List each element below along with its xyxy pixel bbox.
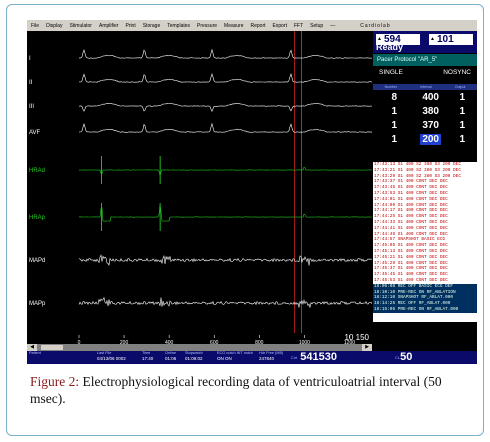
stim-header-number: Number bbox=[384, 85, 398, 89]
menu-item-report[interactable]: Report bbox=[251, 23, 266, 29]
trace-ii bbox=[78, 73, 372, 83]
stim-header-interval: Interval bbox=[420, 85, 432, 89]
stim-interval: 200 bbox=[420, 134, 441, 145]
status-bar: Patient Last File 04/13/06 0002 Time 17:… bbox=[27, 351, 477, 364]
stim-output: 1 bbox=[459, 92, 465, 103]
trace-i bbox=[78, 48, 372, 59]
scroll-thumb[interactable] bbox=[41, 345, 63, 350]
menu-item--[interactable]: — bbox=[330, 23, 335, 29]
pacer-protocol[interactable]: Pacer Protocol "AR_5" bbox=[373, 54, 477, 66]
stim-number: 1 bbox=[391, 120, 397, 131]
stim-row[interactable]: 8 400 1 bbox=[373, 91, 477, 105]
lead-label-mapp: MAPp bbox=[29, 301, 46, 307]
lead-label-mapd: MAPd bbox=[29, 258, 45, 264]
stim-number: 8 bbox=[391, 92, 397, 103]
stim-interval: 400 bbox=[422, 92, 439, 103]
trace-iii bbox=[78, 102, 372, 113]
menu-item-storage[interactable]: Storage bbox=[143, 23, 161, 29]
stim-interval: 370 bbox=[422, 120, 439, 131]
menu-item-amplifier[interactable]: Amplifier bbox=[99, 23, 118, 29]
stim-table: 8 400 1 1 380 1 1 370 1 1 200 1 bbox=[373, 91, 477, 147]
menu-item-file[interactable]: File bbox=[31, 23, 39, 29]
hdr-free-value: 247840 bbox=[259, 356, 275, 361]
log-entry[interactable]: 18:15:05 PRE-REC ON RF_ABLAT.000 bbox=[373, 306, 477, 313]
stim-header: Number Interval Output bbox=[373, 84, 477, 90]
ready-status: Ready bbox=[376, 42, 404, 52]
counter-box: ▲ 594 ▲ 101 Ready bbox=[373, 31, 477, 53]
lead-label-hrap: HRAp bbox=[29, 215, 46, 221]
lead-label-iii: III bbox=[29, 104, 34, 110]
menu-item-templates[interactable]: Templates bbox=[167, 23, 190, 29]
counter-right[interactable]: ▲ 101 bbox=[429, 34, 473, 45]
time-axis: 0 200 400 600 800 1000 1200 10 150 bbox=[27, 333, 372, 346]
stim-row[interactable]: 1 200 1 bbox=[373, 133, 477, 147]
trace-mapp bbox=[78, 296, 372, 308]
mode-nosync[interactable]: NOSYNC bbox=[443, 69, 471, 76]
horizontal-scrollbar[interactable]: ◀ ▶ bbox=[27, 344, 372, 351]
stopwatch-value: 01:06:02 bbox=[185, 356, 203, 361]
time-value: 17:40 bbox=[142, 356, 154, 361]
stim-interval: 380 bbox=[422, 106, 439, 117]
axis-range-label: 10 150 bbox=[344, 333, 369, 342]
stim-row[interactable]: 1 380 1 bbox=[373, 105, 477, 119]
stim-number: 1 bbox=[391, 106, 397, 117]
trace-hrap bbox=[78, 204, 372, 222]
trace-mapd bbox=[78, 254, 372, 267]
lead-label-i: I bbox=[29, 56, 31, 62]
counter-label: Cnt bbox=[291, 355, 298, 360]
spin-icon: ▲ bbox=[430, 36, 435, 42]
lead-label-ii: II bbox=[29, 80, 33, 86]
file-value: 04/13/06 0002 bbox=[97, 356, 126, 361]
counter-value: 541530 bbox=[300, 351, 337, 363]
menu-item-setup[interactable]: Setup bbox=[310, 23, 323, 29]
cycle-length-value: 50 bbox=[400, 351, 413, 363]
figure-frame: File Display Stimulator Amplifier Print Stora… bbox=[6, 4, 484, 436]
menu-item-measure[interactable]: Measure bbox=[224, 23, 243, 29]
menu-item-export[interactable]: Export bbox=[273, 23, 287, 29]
stim-output: 1 bbox=[459, 120, 465, 131]
stim-row[interactable]: 1 370 1 bbox=[373, 119, 477, 133]
cardiolab-window: File Display Stimulator Amplifier Print Stora… bbox=[27, 20, 477, 364]
event-log[interactable]: 17:43:13 S1 400 S2 380 S3 200 DEC 17:43:2… bbox=[373, 162, 477, 322]
stim-header-output: Output bbox=[454, 85, 466, 89]
figure-caption: Figure 2: Electrophysiological recording… bbox=[30, 373, 470, 407]
figure-number: Figure 2: bbox=[30, 374, 80, 389]
right-panel: ▲ 594 ▲ 101 Ready Pacer Protocol "AR_5" … bbox=[373, 31, 477, 364]
menu-item-cardiolab[interactable]: Cardiolab bbox=[360, 23, 390, 29]
cycle-length: CL50 bbox=[395, 351, 412, 364]
patient-label: Patient bbox=[29, 351, 41, 355]
menu-item-fft[interactable]: FFT bbox=[294, 23, 303, 29]
menu-item-display[interactable]: Display bbox=[46, 23, 62, 29]
mode-single[interactable]: SINGLE bbox=[379, 69, 403, 76]
counter-right-value: 101 bbox=[437, 34, 454, 45]
lead-label-avf: AVF bbox=[29, 130, 41, 136]
menu-item-pressure[interactable]: Pressure bbox=[197, 23, 217, 29]
menu-item-print[interactable]: Print bbox=[125, 23, 135, 29]
big-counter: Cnt 541530 bbox=[291, 351, 337, 364]
online-value: 01:06 bbox=[165, 356, 177, 361]
stim-modes: SINGLE NOSYNC bbox=[373, 69, 477, 76]
menu-bar: File Display Stimulator Amplifier Print Stora… bbox=[27, 20, 477, 31]
ecg-trace-area: IIIIIIAVFHRAdHRApMAPdMAPp bbox=[29, 31, 372, 344]
trace-hrad bbox=[79, 166, 372, 177]
menu-item-stimulator[interactable]: Stimulator bbox=[69, 23, 92, 29]
ecg-notch-value: ON ON bbox=[217, 356, 232, 361]
caption-text: Electrophysiological recording data of v… bbox=[30, 374, 442, 406]
stim-output: 1 bbox=[459, 106, 465, 117]
trace-avf bbox=[78, 122, 372, 133]
stim-output: 1 bbox=[459, 134, 465, 145]
scroll-right-icon[interactable]: ▶ bbox=[362, 344, 372, 351]
scroll-left-icon[interactable]: ◀ bbox=[27, 344, 37, 351]
stim-number: 1 bbox=[391, 134, 397, 145]
lead-label-hrad: HRAd bbox=[29, 168, 45, 174]
